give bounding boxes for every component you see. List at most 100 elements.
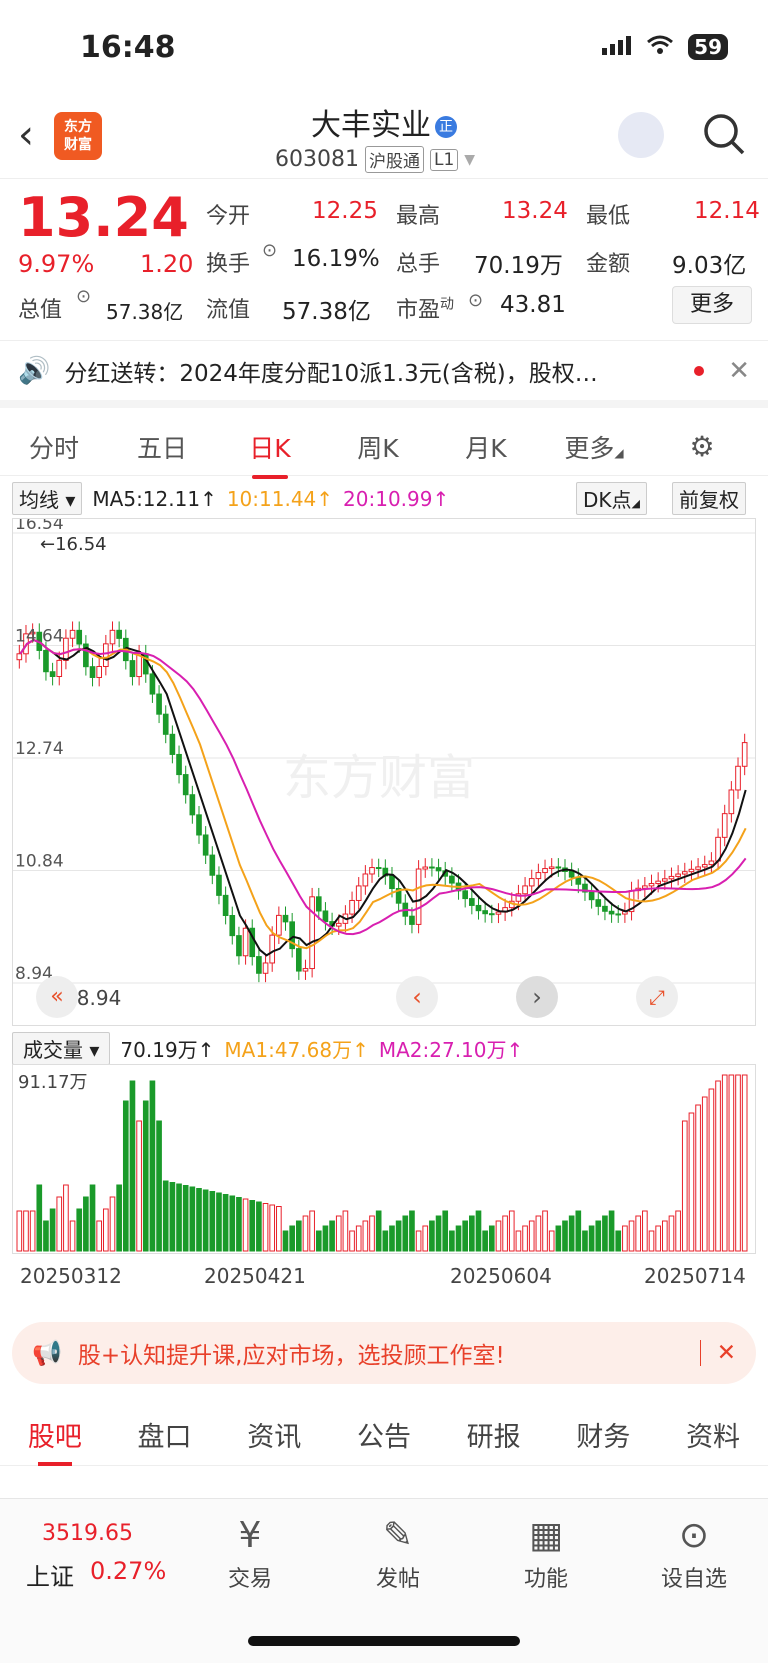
divider — [0, 178, 768, 179]
stock-code-row[interactable]: 603081 沪股通 L1 ▼ — [275, 146, 475, 173]
tab-research[interactable]: 研报 — [467, 1415, 521, 1454]
post-button[interactable]: ✎ 发帖 — [348, 1515, 448, 1593]
volume-bar — [242, 1198, 249, 1252]
candle — [315, 896, 322, 912]
scroll-right-icon[interactable]: › — [516, 976, 558, 1018]
index-pct[interactable]: 0.27% — [90, 1557, 166, 1585]
tab-intraday[interactable]: 分时 — [0, 429, 108, 465]
current-price: 13.24 — [18, 186, 189, 249]
volume-bar — [103, 1208, 109, 1252]
info-icon[interactable]: ⊙ — [76, 286, 91, 307]
dk-point-button[interactable]: DK点◢ — [576, 482, 647, 515]
volume-bar — [49, 1208, 56, 1252]
volume-bar — [715, 1080, 721, 1252]
volume-bar — [635, 1215, 642, 1252]
candle — [735, 765, 741, 791]
volume-bar — [522, 1225, 528, 1252]
volume-bar — [422, 1225, 429, 1252]
kline-tabs: 分时 五日 日K 周K 月K 更多◢ ⚙ — [0, 418, 768, 479]
candle — [355, 885, 362, 901]
candle — [282, 914, 289, 923]
robot-assistant-icon[interactable] — [618, 112, 664, 158]
volume-select[interactable]: 成交量 ▾ — [12, 1032, 111, 1065]
volume-max: 91.17万 — [18, 1072, 88, 1093]
scroll-left-icon[interactable]: ‹ — [396, 976, 438, 1018]
candle — [535, 872, 542, 880]
candle — [375, 867, 382, 870]
tab-news[interactable]: 资讯 — [247, 1415, 301, 1454]
candle — [103, 643, 109, 667]
indicator-select[interactable]: 均线 ▾ — [12, 482, 83, 515]
promo-banner[interactable]: 📢 股+认知提升课,应对市场，选投顾工作室! ✕ — [12, 1322, 756, 1384]
tab-guba[interactable]: 股吧 — [28, 1415, 82, 1466]
close-icon[interactable]: ✕ — [728, 356, 750, 386]
candle — [362, 873, 369, 887]
trade-button[interactable]: ¥ 交易 — [200, 1515, 300, 1593]
date-label: 20250312 — [20, 1264, 122, 1288]
volume-row: 成交量 ▾ 70.19万↑ MA1:47.68万↑ MA2:27.10万↑ — [12, 1032, 523, 1065]
info-icon[interactable]: ⊙ — [262, 240, 277, 261]
candle — [242, 927, 249, 957]
functions-button[interactable]: ▦ 功能 — [496, 1515, 596, 1593]
tab-pankou[interactable]: 盘口 — [138, 1415, 192, 1454]
volume-bar — [469, 1215, 475, 1252]
tab-weekly-k[interactable]: 周K — [324, 429, 432, 465]
adjust-button[interactable]: 前复权 — [672, 482, 746, 515]
volume-bar — [502, 1215, 508, 1252]
kline-chart[interactable]: 东方财富 16.54 14.64 12.74 10.84 8.94 — [12, 518, 756, 1026]
candle — [196, 814, 202, 836]
dropdown-icon[interactable]: ▼ — [464, 152, 475, 168]
expand-icon[interactable]: ⤢ — [636, 976, 678, 1018]
y-tick-label: 10.84 — [15, 852, 64, 872]
index-name[interactable]: 上证 — [26, 1557, 74, 1592]
volume-bar — [176, 1183, 182, 1252]
tab-more[interactable]: 更多◢ — [540, 429, 648, 465]
info-icon[interactable]: ⊙ — [468, 290, 483, 311]
volume-chart[interactable] — [12, 1064, 756, 1254]
candle — [475, 904, 482, 912]
volume-bar — [96, 1220, 103, 1252]
volume-bar — [462, 1220, 469, 1252]
volume-bar — [302, 1215, 309, 1252]
candle — [469, 898, 475, 906]
add-watchlist-button[interactable]: ⊙ 设自选 — [644, 1515, 744, 1593]
tab-announcements[interactable]: 公告 — [357, 1415, 411, 1454]
close-icon[interactable]: ✕ — [699, 1340, 736, 1366]
index-value[interactable]: 3519.65 — [42, 1521, 133, 1546]
volume-bar — [369, 1215, 375, 1252]
candle — [43, 649, 49, 673]
volume-bar — [628, 1220, 635, 1252]
tab-profile[interactable]: 资料 — [686, 1415, 740, 1454]
candle — [149, 673, 156, 695]
candle — [156, 693, 162, 715]
edit-icon: ✎ — [382, 1515, 414, 1556]
tab-monthly-k[interactable]: 月K — [432, 429, 540, 465]
volume-bar — [202, 1189, 209, 1252]
date-label: 20250604 — [450, 1264, 552, 1288]
candle — [661, 878, 668, 882]
volume-bar — [562, 1220, 568, 1252]
settings-gear-icon[interactable]: ⚙ — [648, 430, 756, 463]
tab-finance[interactable]: 财务 — [576, 1415, 630, 1454]
candle — [322, 910, 329, 923]
more-button[interactable]: 更多 — [672, 286, 752, 324]
volume-bar — [615, 1230, 622, 1252]
volume-bar — [528, 1220, 535, 1252]
candle — [608, 910, 615, 915]
candle — [389, 875, 395, 890]
mktcap-value: 57.38亿 — [106, 300, 184, 324]
tab-five-day[interactable]: 五日 — [108, 429, 216, 465]
candle — [675, 873, 681, 877]
tab-daily-k[interactable]: 日K — [216, 429, 324, 479]
volume-bar — [409, 1210, 415, 1252]
scroll-start-icon[interactable]: « — [36, 976, 78, 1018]
volume-bar — [648, 1230, 655, 1252]
volume-bar — [582, 1230, 588, 1252]
search-icon[interactable] — [702, 112, 746, 160]
volume-bar — [169, 1182, 176, 1252]
volume-bar — [568, 1215, 575, 1252]
stock-name: 大丰实业 — [311, 108, 431, 143]
candle — [136, 653, 142, 678]
volume-bar — [695, 1104, 701, 1252]
dividend-notice[interactable]: 🔊 分红送转：2024年度分配10派1.3元(含税)，股权… ✕ — [0, 340, 768, 408]
